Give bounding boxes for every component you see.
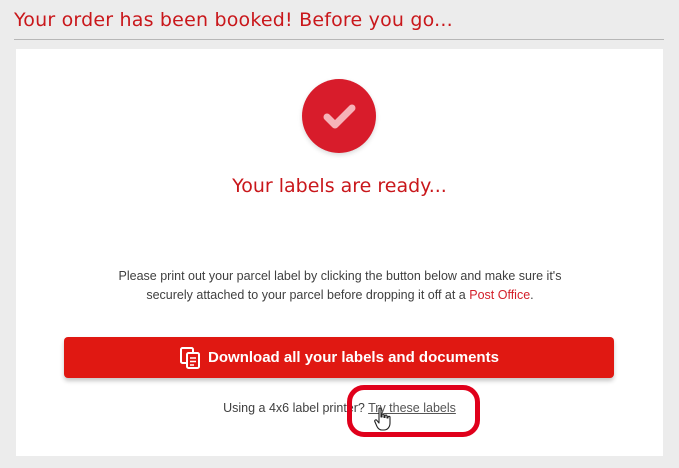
confirmation-card: Your labels are ready... Please print ou… xyxy=(16,49,663,456)
checkmark-icon xyxy=(302,79,376,153)
page-header: Your order has been booked! Before you g… xyxy=(14,9,664,40)
labels-ready-heading: Your labels are ready... xyxy=(232,175,447,197)
instructions-period: . xyxy=(530,288,534,302)
documents-icon xyxy=(180,346,201,369)
post-office-link[interactable]: Post Office xyxy=(469,288,530,302)
label-printer-prompt: Using a 4x6 label printer? Try these lab… xyxy=(16,401,663,415)
printer-question: Using a 4x6 label printer? xyxy=(223,401,365,415)
download-button-label: Download all your labels and documents xyxy=(208,349,499,366)
page-title: Your order has been booked! Before you g… xyxy=(14,9,453,31)
hand-cursor-icon xyxy=(374,407,391,431)
print-instructions: Please print out your parcel label by cl… xyxy=(110,267,570,305)
download-labels-button[interactable]: Download all your labels and documents xyxy=(64,337,614,378)
